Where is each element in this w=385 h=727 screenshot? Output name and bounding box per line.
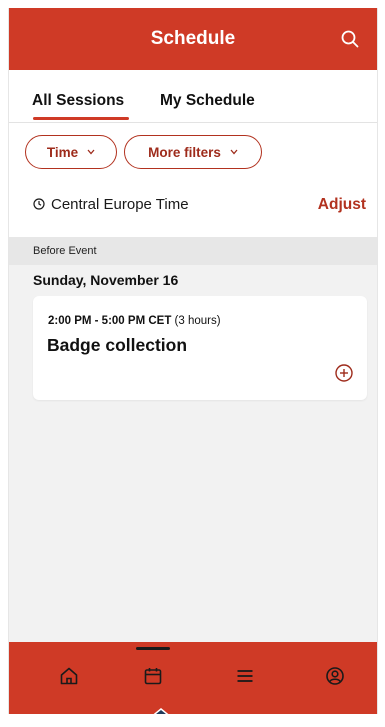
page-title: Schedule (150, 28, 236, 49)
nav-home-button[interactable] (49, 656, 89, 696)
app-header: Schedule (9, 8, 377, 70)
section-header: Before Event (9, 237, 377, 265)
more-filters-button[interactable]: More filters (124, 135, 262, 169)
app-screen: Schedule All Sessions My Schedule Time M… (8, 8, 378, 714)
time-filter-button[interactable]: Time (25, 135, 117, 169)
home-icon (60, 667, 78, 685)
filter-bar: Time More filters (9, 123, 377, 177)
profile-icon (326, 667, 344, 685)
bottom-navigation (9, 642, 377, 714)
nav-schedule-button[interactable] (133, 656, 173, 696)
active-tab-indicator (33, 117, 129, 120)
calendar-icon (144, 668, 162, 685)
menu-icon (237, 670, 253, 682)
session-time: 2:00 PM - 5:00 PM CET (3 hours) (48, 315, 221, 327)
session-card[interactable]: 2:00 PM - 5:00 PM CET (3 hours) Badge co… (33, 296, 367, 400)
add-circle-icon (335, 364, 353, 382)
adjust-timezone-link[interactable]: Adjust (318, 196, 366, 214)
active-nav-indicator (136, 647, 170, 650)
timezone-label: Central Europe Time (51, 196, 189, 213)
session-duration: (3 hours) (174, 315, 221, 327)
timezone-row: Central Europe Time Adjust (9, 177, 377, 237)
nav-menu-button[interactable] (225, 656, 265, 696)
session-time-range: 2:00 PM - 5:00 PM CET (48, 315, 172, 327)
more-filters-label: More filters (148, 144, 221, 160)
tap-pointer-icon (153, 708, 169, 714)
search-icon (341, 30, 359, 48)
tab-my-schedule[interactable]: My Schedule (160, 92, 255, 110)
add-to-schedule-button[interactable] (333, 362, 355, 384)
chevron-down-icon (87, 149, 95, 155)
chevron-down-icon (230, 149, 238, 155)
day-heading: Sunday, November 16 (33, 272, 179, 288)
time-filter-label: Time (46, 144, 79, 160)
tab-all-sessions[interactable]: All Sessions (32, 92, 124, 110)
search-button[interactable] (335, 24, 365, 54)
clock-icon (33, 197, 45, 215)
session-tabs: All Sessions My Schedule (9, 70, 377, 123)
session-title: Badge collection (47, 335, 188, 355)
nav-profile-button[interactable] (315, 656, 355, 696)
section-label: Before Event (33, 245, 97, 257)
